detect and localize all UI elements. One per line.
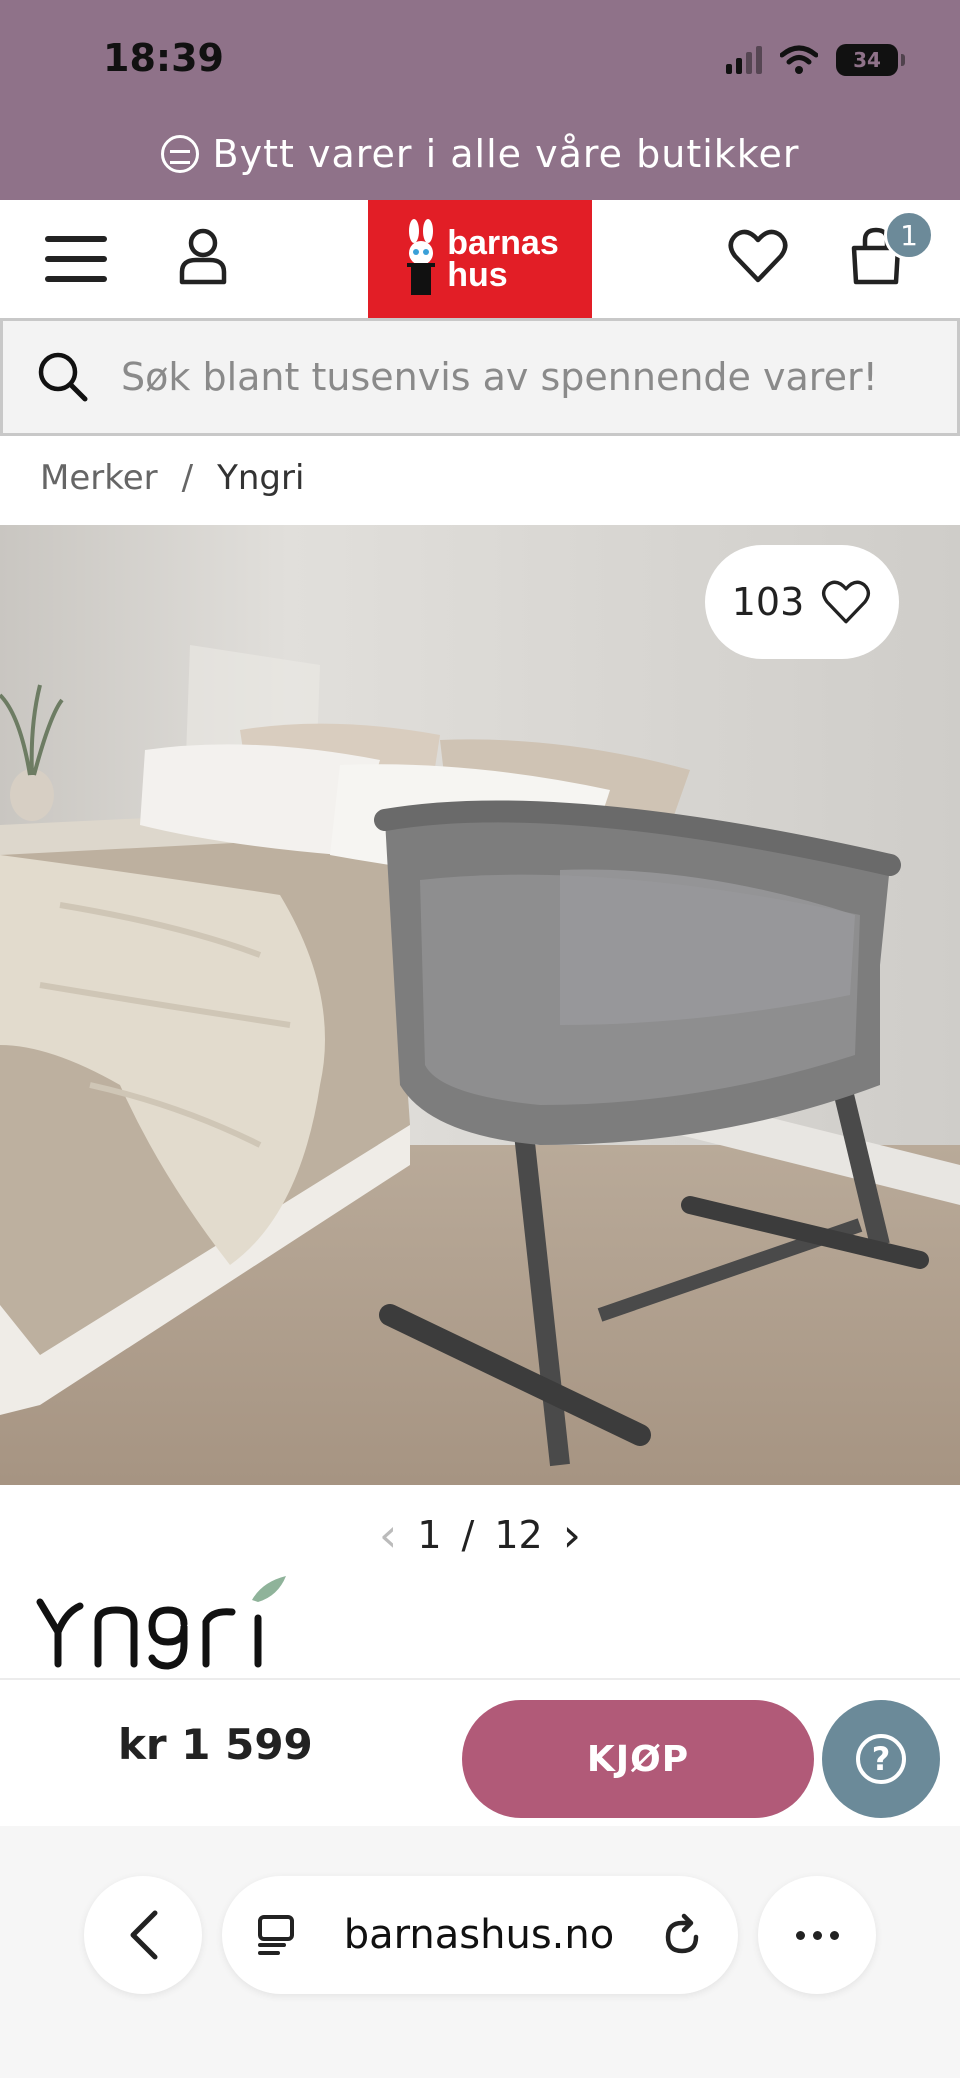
yngri-brand-logo[interactable] bbox=[36, 1572, 306, 1672]
search-bar[interactable] bbox=[0, 318, 960, 436]
status-icons: 34 bbox=[726, 44, 905, 76]
buy-button[interactable]: KJØP bbox=[462, 1700, 814, 1818]
battery-indicator: 34 bbox=[836, 44, 905, 76]
tabs-icon[interactable] bbox=[256, 1913, 296, 1957]
sticky-buy-bar: kr 1 599 KJØP ? bbox=[0, 1678, 960, 1826]
barnashus-logo[interactable]: barnas hus bbox=[368, 200, 592, 318]
chevron-left-icon bbox=[130, 1910, 158, 1960]
promo-text: Bytt varer i alle våre butikker bbox=[212, 132, 800, 176]
wishlist-count-button[interactable]: 103 bbox=[705, 545, 899, 659]
more-icon[interactable] bbox=[758, 1876, 876, 1994]
help-icon: ? bbox=[856, 1734, 906, 1784]
heart-icon bbox=[822, 580, 871, 624]
chevron-left-icon[interactable]: ‹ bbox=[379, 1512, 397, 1558]
wishlist-heart-icon[interactable] bbox=[728, 228, 788, 284]
user-icon[interactable] bbox=[178, 226, 228, 286]
breadcrumb: Merker / Yngri bbox=[40, 458, 304, 498]
address-bar[interactable]: barnashus.no bbox=[222, 1876, 738, 1994]
top-band: 18:39 34 Bytt varer i alle våre butikker bbox=[0, 0, 960, 200]
status-time: 18:39 bbox=[103, 36, 224, 80]
product-image-carousel[interactable]: 103 bbox=[0, 525, 960, 1485]
logo-text: barnas hus bbox=[447, 224, 559, 294]
promo-banner[interactable]: Bytt varer i alle våre butikker bbox=[0, 132, 960, 176]
logo-line-2: hus bbox=[447, 256, 508, 294]
pager-current: 1 bbox=[417, 1513, 442, 1557]
wishlist-count: 103 bbox=[731, 580, 805, 624]
cellular-signal-icon bbox=[726, 46, 762, 74]
reload-icon[interactable] bbox=[662, 1913, 704, 1957]
menu-icon[interactable] bbox=[45, 236, 107, 282]
site-header: barnas hus 1 bbox=[0, 200, 960, 318]
product-price: kr 1 599 bbox=[118, 1720, 313, 1769]
logo-line-1: barnas bbox=[447, 224, 559, 262]
url-text[interactable]: barnashus.no bbox=[296, 1912, 662, 1958]
bunny-hat-logo-icon bbox=[407, 219, 436, 295]
search-icon[interactable] bbox=[37, 351, 89, 403]
breadcrumb-item-yngri: Yngri bbox=[217, 458, 305, 498]
breadcrumb-item-merker[interactable]: Merker bbox=[40, 458, 158, 498]
cart-count-badge[interactable]: 1 bbox=[884, 210, 934, 260]
image-pager: ‹ 1 / 12 › bbox=[0, 1512, 960, 1558]
pager-separator: / bbox=[461, 1513, 475, 1557]
wifi-icon bbox=[780, 45, 818, 74]
product-photo bbox=[0, 525, 960, 1485]
breadcrumb-separator: / bbox=[181, 458, 194, 498]
browser-toolbar: barnashus.no bbox=[0, 1826, 960, 2078]
pager-total: 12 bbox=[494, 1513, 543, 1557]
search-input[interactable] bbox=[121, 355, 941, 399]
chevron-right-icon[interactable]: › bbox=[563, 1512, 581, 1558]
help-button[interactable]: ? bbox=[822, 1700, 940, 1818]
promo-exchange-icon bbox=[160, 135, 199, 173]
browser-back-button[interactable] bbox=[84, 1876, 202, 1994]
